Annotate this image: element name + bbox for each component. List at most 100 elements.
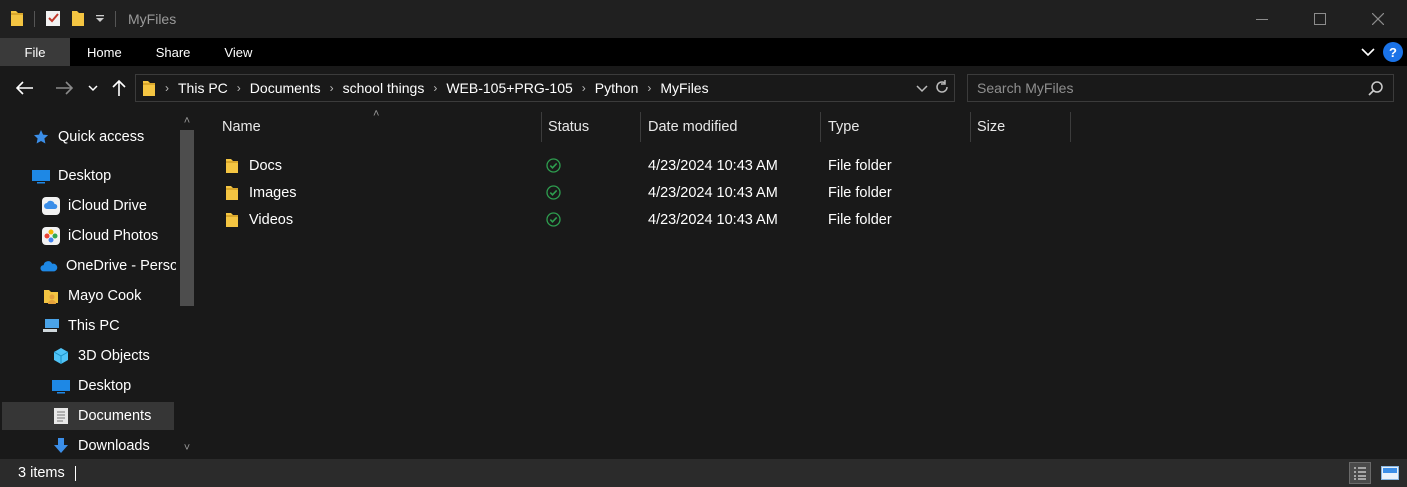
forward-button[interactable] bbox=[53, 76, 75, 100]
chevron-right-icon[interactable]: › bbox=[433, 81, 437, 95]
chevron-right-icon[interactable]: › bbox=[647, 81, 651, 95]
large-icons-view-button[interactable] bbox=[1379, 462, 1401, 484]
help-icon[interactable]: ? bbox=[1383, 42, 1403, 62]
expand-ribbon-icon[interactable] bbox=[1361, 44, 1375, 60]
refresh-icon[interactable] bbox=[934, 79, 950, 98]
table-row[interactable]: Images 4/23/2024 10:43 AM File folder bbox=[199, 179, 1407, 206]
column-header-name[interactable]: Name bbox=[222, 110, 261, 144]
up-arrow-icon bbox=[112, 79, 126, 96]
back-arrow-icon bbox=[16, 81, 33, 95]
column-divider[interactable] bbox=[640, 112, 641, 142]
column-header-status[interactable]: Status bbox=[548, 110, 589, 144]
column-header-type[interactable]: Type bbox=[828, 110, 859, 144]
nav-item-3d-objects[interactable]: 3D Objects bbox=[52, 342, 150, 370]
folder-icon bbox=[142, 79, 156, 97]
tab-view[interactable]: View bbox=[207, 38, 269, 66]
nav-item-documents[interactable]: Documents bbox=[2, 402, 174, 430]
status-bar: 3 items bbox=[0, 459, 1407, 487]
nav-item-label: iCloud Photos bbox=[68, 228, 159, 244]
file-name[interactable]: Videos bbox=[249, 206, 293, 233]
details-view-button[interactable] bbox=[1349, 462, 1371, 484]
nav-item-label: This PC bbox=[68, 318, 120, 334]
large-icons-view-icon bbox=[1381, 466, 1399, 480]
ribbon-tabs: File Home Share View ? bbox=[0, 38, 1407, 66]
maximize-button[interactable] bbox=[1291, 0, 1349, 38]
status-divider bbox=[74, 465, 76, 481]
breadcrumb-python[interactable]: Python bbox=[595, 80, 639, 96]
this-pc-icon bbox=[42, 317, 60, 335]
nav-item-downloads[interactable]: Downloads bbox=[52, 432, 150, 459]
navigation-bar: › This PC › Documents › school things › … bbox=[0, 66, 1407, 110]
chevron-right-icon[interactable]: › bbox=[237, 81, 241, 95]
file-type: File folder bbox=[828, 157, 892, 174]
scroll-up-icon[interactable]: ˄ bbox=[176, 112, 198, 130]
nav-item-desktop[interactable]: Desktop bbox=[52, 372, 131, 400]
close-button[interactable] bbox=[1349, 0, 1407, 38]
nav-item-onedrive[interactable]: OneDrive - Personal bbox=[40, 252, 197, 280]
minimize-button[interactable] bbox=[1233, 0, 1291, 38]
nav-item-this-pc[interactable]: This PC bbox=[42, 312, 120, 340]
minimize-icon bbox=[1256, 19, 1268, 20]
table-row[interactable]: Videos 4/23/2024 10:43 AM File folder bbox=[199, 206, 1407, 233]
nav-item-desktop-root[interactable]: Desktop bbox=[32, 162, 111, 190]
scroll-down-icon[interactable]: ˅ bbox=[176, 439, 198, 457]
chevron-right-icon[interactable]: › bbox=[582, 81, 586, 95]
breadcrumb-school-things[interactable]: school things bbox=[343, 80, 425, 96]
properties-icon[interactable] bbox=[45, 9, 61, 30]
chevron-right-icon[interactable]: › bbox=[330, 81, 334, 95]
file-list: ˄ Name Status Date modified Type Size Do… bbox=[199, 108, 1407, 459]
breadcrumb: › This PC › Documents › school things › … bbox=[156, 80, 709, 96]
nav-item-icloud-photos[interactable]: iCloud Photos bbox=[42, 222, 158, 250]
scroll-thumb[interactable] bbox=[180, 130, 194, 306]
file-name[interactable]: Docs bbox=[249, 152, 282, 179]
column-divider[interactable] bbox=[1070, 112, 1071, 142]
title-bar: MyFiles bbox=[0, 0, 1407, 38]
search-icon[interactable] bbox=[1368, 81, 1383, 99]
nav-scrollbar[interactable]: ˄ ˅ bbox=[176, 110, 198, 459]
date-modified: 4/23/2024 10:43 AM bbox=[648, 157, 778, 174]
nav-item-icloud-drive[interactable]: iCloud Drive bbox=[42, 192, 147, 220]
file-name[interactable]: Images bbox=[249, 179, 297, 206]
breadcrumb-web-prg[interactable]: WEB-105+PRG-105 bbox=[446, 80, 572, 96]
folder-icon bbox=[225, 152, 239, 179]
icloud-photos-icon bbox=[42, 227, 60, 245]
tab-home[interactable]: Home bbox=[70, 38, 139, 66]
column-header-date-modified[interactable]: Date modified bbox=[648, 110, 737, 144]
quick-access-toolbar bbox=[10, 9, 122, 30]
search-box[interactable] bbox=[967, 74, 1394, 102]
desktop-icon bbox=[32, 167, 50, 185]
nav-item-label: Documents bbox=[78, 408, 152, 424]
maximize-icon bbox=[1314, 13, 1326, 25]
recent-locations-button[interactable] bbox=[86, 76, 100, 100]
tab-share[interactable]: Share bbox=[139, 38, 208, 66]
file-type: File folder bbox=[828, 211, 892, 228]
tab-file[interactable]: File bbox=[0, 38, 70, 66]
synced-status-icon bbox=[546, 152, 561, 179]
close-icon bbox=[1372, 13, 1384, 25]
nav-item-label: Downloads bbox=[78, 438, 150, 454]
new-folder-icon[interactable] bbox=[71, 9, 85, 30]
back-button[interactable] bbox=[14, 76, 36, 100]
up-button[interactable] bbox=[110, 76, 128, 100]
breadcrumb-this-pc[interactable]: This PC bbox=[178, 80, 228, 96]
nav-item-label: Desktop bbox=[58, 168, 112, 184]
forward-arrow-icon bbox=[56, 81, 73, 95]
table-row[interactable]: Docs 4/23/2024 10:43 AM File folder bbox=[199, 152, 1407, 179]
search-input[interactable] bbox=[977, 80, 1357, 96]
folder-icon bbox=[10, 9, 24, 30]
navigation-pane: Quick access Desktop iCloud Drive iCloud… bbox=[0, 110, 198, 459]
breadcrumb-documents[interactable]: Documents bbox=[250, 80, 321, 96]
synced-status-icon bbox=[546, 206, 561, 233]
address-bar[interactable]: › This PC › Documents › school things › … bbox=[135, 74, 955, 102]
nav-item-user-folder[interactable]: Mayo Cook bbox=[42, 282, 141, 310]
column-divider[interactable] bbox=[970, 112, 971, 142]
column-divider[interactable] bbox=[541, 112, 542, 142]
nav-item-quick-access[interactable]: Quick access bbox=[32, 123, 144, 151]
breadcrumb-myfiles[interactable]: MyFiles bbox=[660, 80, 708, 96]
divider bbox=[115, 11, 116, 27]
customize-toolbar-icon[interactable] bbox=[95, 11, 105, 27]
column-header-size[interactable]: Size bbox=[977, 110, 1005, 144]
address-history-dropdown-icon[interactable] bbox=[916, 80, 928, 96]
details-view-icon bbox=[1354, 467, 1366, 480]
column-divider[interactable] bbox=[820, 112, 821, 142]
